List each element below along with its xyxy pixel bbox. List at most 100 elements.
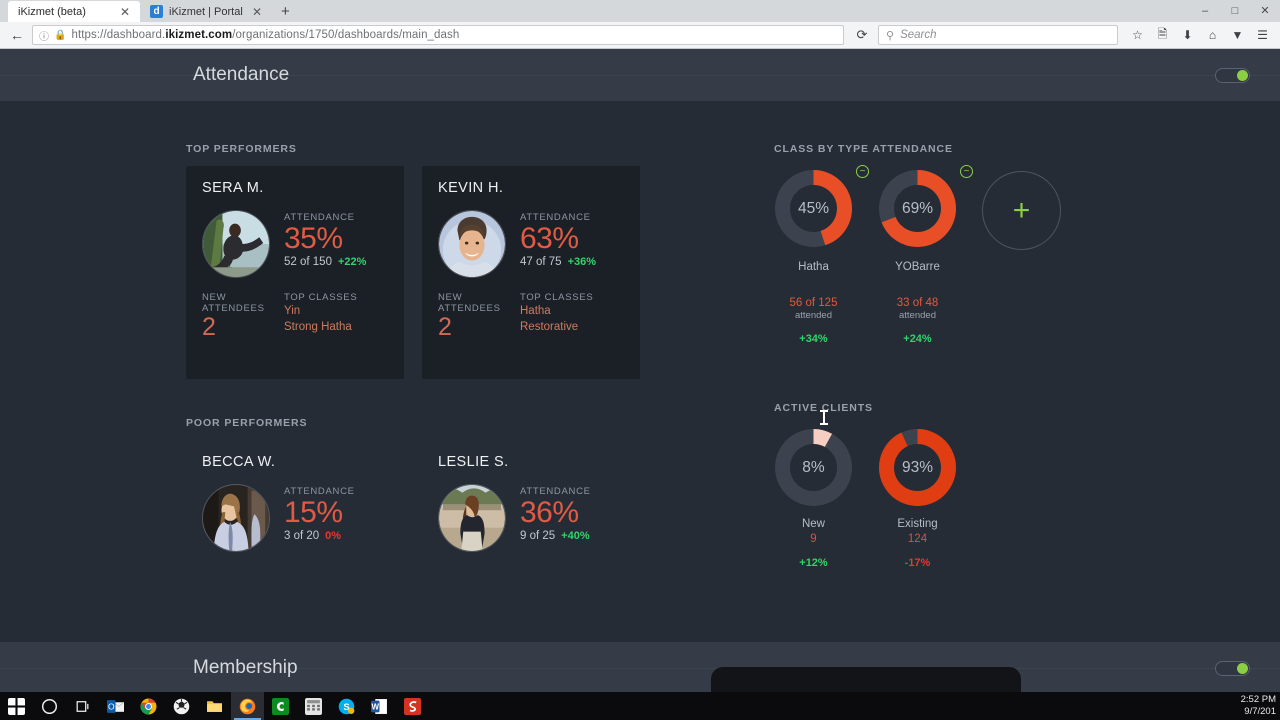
- new-tab-button[interactable]: +: [272, 2, 299, 22]
- remove-class-button[interactable]: −: [960, 165, 973, 178]
- address-bar[interactable]: ⓘ 🔒 https://dashboard.ikizmet.com/organi…: [32, 25, 844, 45]
- donut-value: 93%: [901, 458, 934, 476]
- tab-close-icon[interactable]: ✕: [118, 6, 132, 18]
- minimize-icon[interactable]: –: [1190, 0, 1220, 22]
- delta-badge: +36%: [567, 256, 597, 269]
- word-icon[interactable]: W: [363, 692, 396, 720]
- video-overlay-bar: [711, 667, 1021, 692]
- donut-ratio: 56 of 125: [789, 297, 838, 309]
- app-icon[interactable]: [165, 692, 198, 720]
- chrome-icon[interactable]: [132, 692, 165, 720]
- snagit-icon[interactable]: [396, 692, 429, 720]
- donut-chart: 45% −: [774, 165, 869, 248]
- tab-title: iKizmet (beta): [18, 5, 86, 18]
- donut-chart: 69% −: [878, 165, 973, 248]
- bookmark-star-icon[interactable]: ☆: [1126, 28, 1149, 42]
- performer-name: LESLIE S.: [438, 454, 509, 470]
- performer-name: KEVIN H.: [438, 180, 504, 196]
- ratio-text: 52 of 150: [284, 256, 332, 269]
- clock-date: 9/7/201: [1244, 706, 1276, 717]
- performer-card-sera[interactable]: SERA M. ATTENDANCE 35% 52 of 150 +22% NE…: [186, 166, 404, 379]
- add-class-slot[interactable]: +: [982, 169, 1061, 345]
- top-class-item: Yin: [284, 305, 301, 317]
- clock-time: 2:52 PM: [1240, 694, 1276, 706]
- library-icon[interactable]: 🗎: [1151, 25, 1174, 46]
- toolbar-icons: ☆ 🗎 ⬇ ⌂ ▼ ☰: [1122, 25, 1274, 46]
- top-classes-label: TOP CLASSES: [284, 292, 358, 303]
- pocket-icon[interactable]: ▼: [1226, 28, 1249, 42]
- class-by-type-label: CLASS BY TYPE ATTENDANCE: [774, 143, 953, 155]
- lock-icon: 🔒: [54, 29, 67, 41]
- svg-text:O: O: [108, 701, 115, 711]
- navigation-bar: ← ⓘ 🔒 https://dashboard.ikizmet.com/orga…: [0, 22, 1280, 49]
- back-arrow-icon[interactable]: ←: [6, 27, 28, 43]
- search-input[interactable]: ⚲ Search: [878, 25, 1118, 45]
- browser-tab-1[interactable]: iKizmet (beta) ✕: [8, 1, 140, 22]
- donut-label: New: [801, 518, 825, 530]
- menu-hamburger-icon[interactable]: ☰: [1251, 28, 1274, 42]
- membership-title: Membership: [193, 657, 298, 678]
- file-explorer-icon[interactable]: [198, 692, 231, 720]
- donut-value: 45%: [797, 199, 830, 217]
- dashboard-body: TOP PERFORMERS SERA M. ATTENDANCE 35% 52…: [0, 143, 1280, 633]
- donut-value: 8%: [802, 458, 825, 476]
- windows-taskbar: O S W 2:52 PM 9/7/201: [0, 692, 1280, 720]
- attendance-percent: 63%: [520, 222, 579, 255]
- reload-icon[interactable]: ⟳: [850, 27, 874, 43]
- performer-name: SERA M.: [202, 180, 264, 196]
- add-class-button[interactable]: +: [982, 171, 1061, 250]
- new-attendees-count: 2: [438, 313, 452, 341]
- donut-value: 69%: [901, 199, 934, 217]
- performer-card-becca[interactable]: BECCA W. ATTENDANCE 15% 3 of 20 0%: [186, 440, 404, 568]
- delta-badge: 0%: [325, 530, 342, 543]
- tab-close-icon[interactable]: ✕: [250, 6, 264, 18]
- svg-text:W: W: [371, 702, 379, 711]
- attendance-section-header: Attendance: [0, 49, 1280, 101]
- close-window-icon[interactable]: ✕: [1250, 0, 1280, 22]
- donut-hatha[interactable]: 45% − Hatha 56 of 125 attended +34%: [774, 165, 869, 345]
- attendance-ratio: 3 of 20 0%: [284, 530, 355, 542]
- avatar: [438, 484, 506, 552]
- donut-yobarre[interactable]: 69% − YOBarre 33 of 48 attended +24%: [878, 165, 973, 345]
- task-view-icon[interactable]: [66, 692, 99, 720]
- top-performers-label: TOP PERFORMERS: [186, 143, 297, 155]
- page-title: Attendance: [193, 64, 290, 85]
- attendance-toggle[interactable]: [1215, 67, 1250, 83]
- donut-delta: +34%: [799, 333, 828, 345]
- camtasia-icon[interactable]: [264, 692, 297, 720]
- performer-card-leslie[interactable]: LESLIE S. ATTENDANCE 36% 9 of 25 +40%: [422, 440, 640, 568]
- toggle-knob: [1237, 662, 1248, 674]
- remove-class-button[interactable]: −: [856, 165, 869, 178]
- firefox-icon[interactable]: [231, 692, 264, 720]
- cortana-icon[interactable]: [33, 692, 66, 720]
- tab-strip: iKizmet (beta) ✕ d iKizmet | Portal ✕ + …: [0, 0, 1280, 22]
- new-attendees-label: NEW ATTENDEES: [438, 292, 501, 314]
- attendance-ratio: 9 of 25 +40%: [520, 530, 591, 542]
- maximize-icon[interactable]: □: [1220, 0, 1250, 22]
- outlook-icon[interactable]: O: [99, 692, 132, 720]
- delta-badge: +22%: [337, 256, 367, 269]
- start-icon[interactable]: [0, 692, 33, 720]
- site-info-icon[interactable]: ⓘ: [39, 28, 49, 43]
- browser-tab-2[interactable]: d iKizmet | Portal ✕: [140, 1, 272, 22]
- attendance-ratio: 52 of 150 +22%: [284, 256, 366, 268]
- donut-new-clients[interactable]: 8% New 9 +12%: [774, 428, 853, 569]
- skype-icon[interactable]: S: [330, 692, 363, 720]
- donut-existing-clients[interactable]: 93% Existing 124 -17%: [878, 428, 957, 569]
- membership-toggle[interactable]: [1215, 660, 1250, 676]
- home-icon[interactable]: ⌂: [1201, 28, 1224, 42]
- attendance-percent: 36%: [520, 496, 579, 529]
- new-attendees-count: 2: [202, 313, 216, 341]
- class-by-type-donuts: 45% − Hatha 56 of 125 attended +34% 69% …: [774, 165, 1250, 345]
- ratio-text: 9 of 25: [520, 530, 556, 543]
- membership-section-header: Membership: [0, 642, 1280, 692]
- tab-title: iKizmet | Portal: [169, 5, 243, 18]
- performer-card-kevin[interactable]: KEVIN H. ATTENDANCE 63% 47 of 75 +36% NE…: [422, 166, 640, 379]
- calculator-icon[interactable]: [297, 692, 330, 720]
- client-count: 124: [907, 533, 928, 545]
- search-placeholder: Search: [900, 29, 937, 41]
- downloads-icon[interactable]: ⬇: [1176, 28, 1199, 42]
- system-clock[interactable]: 2:52 PM 9/7/201: [1241, 692, 1278, 720]
- active-clients-label: ACTIVE CLIENTS: [774, 402, 873, 414]
- avatar: [438, 210, 506, 278]
